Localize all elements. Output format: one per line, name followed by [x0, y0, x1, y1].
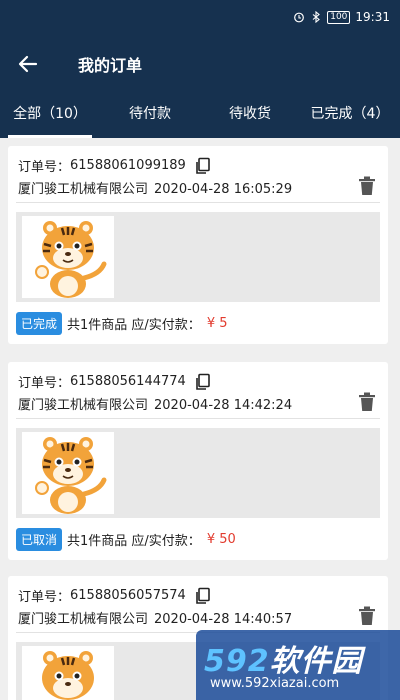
bluetooth-icon: [312, 11, 321, 23]
company-name: 厦门骏工机械有限公司: [18, 612, 149, 627]
copy-icon[interactable]: [194, 373, 212, 391]
copy-icon[interactable]: [194, 587, 212, 605]
order-number-label: 订单号：: [18, 590, 71, 605]
divider: [16, 202, 380, 203]
product-image: [22, 646, 114, 700]
order-summary: 共1件商品 应/实付款：: [67, 318, 201, 333]
order-footer: 已取消 共1件商品 应/实付款： ¥ 50: [16, 528, 236, 551]
company-name: 厦门骏工机械有限公司: [18, 182, 149, 197]
trash-icon[interactable]: [358, 606, 376, 626]
order-number-row: 订单号： 61588061099189: [18, 156, 212, 175]
trash-icon[interactable]: [358, 176, 376, 196]
order-info-row: 厦门骏工机械有限公司 2020-04-28 14:40:57: [18, 608, 292, 627]
order-info-row: 厦门骏工机械有限公司 2020-04-28 16:05:29: [18, 178, 292, 197]
order-price: ¥ 50: [206, 532, 236, 547]
order-number: 61588061099189: [70, 158, 186, 173]
order-number: 61588056057574: [70, 588, 186, 603]
tiger-mascot-image: [35, 437, 107, 514]
company-name: 厦门骏工机械有限公司: [18, 398, 149, 413]
app-bar: 我的订单: [0, 34, 400, 92]
status-icons: 100 19:31: [293, 10, 390, 24]
order-datetime: 2020-04-28 14:40:57: [154, 612, 293, 627]
order-summary: 共1件商品 应/实付款：: [67, 534, 201, 549]
product-image: [22, 216, 114, 298]
watermark-logo-text: 软件园: [269, 644, 363, 679]
watermark: 592软件园 www.592xiazai.com: [196, 630, 400, 700]
watermark-logo: 592软件园: [204, 636, 363, 680]
product-area[interactable]: [16, 428, 380, 518]
order-card[interactable]: 订单号： 61588056144774 厦门骏工机械有限公司 2020-04-28…: [8, 362, 388, 560]
order-number-row: 订单号： 61588056057574: [18, 586, 212, 605]
back-arrow-icon: [18, 55, 38, 73]
order-footer: 已完成 共1件商品 应/实付款： ¥ 5: [16, 312, 228, 335]
order-number-label: 订单号：: [18, 160, 71, 175]
tiger-mascot-image: [35, 221, 107, 298]
watermark-logo-number: 592: [204, 644, 270, 679]
product-image: [22, 432, 114, 514]
trash-icon[interactable]: [358, 392, 376, 412]
tab-pending-receipt[interactable]: 待收货: [200, 92, 300, 138]
order-number-label: 订单号：: [18, 376, 71, 391]
status-bar: 100 19:31: [0, 0, 400, 34]
order-datetime: 2020-04-28 16:05:29: [154, 182, 293, 197]
tab-all[interactable]: 全部（10）: [0, 92, 100, 138]
order-price: ¥ 5: [206, 316, 228, 331]
tiger-mascot-image: [42, 651, 94, 700]
page-title: 我的订单: [78, 56, 143, 75]
alarm-icon: [294, 12, 305, 23]
watermark-url: www.592xiazai.com: [210, 676, 340, 691]
tab-completed[interactable]: 已完成（4）: [300, 92, 400, 138]
order-tabs: 全部（10） 待付款 待收货 已完成（4）: [0, 92, 400, 138]
battery-icon: 100: [327, 10, 351, 24]
status-badge: 已取消: [16, 528, 63, 551]
order-card[interactable]: 订单号： 61588061099189 厦门骏工机械有限公司 2020-04-28…: [8, 146, 388, 344]
status-time: 19:31: [355, 10, 390, 24]
order-number-row: 订单号： 61588056144774: [18, 372, 212, 391]
tab-pending-payment[interactable]: 待付款: [100, 92, 200, 138]
divider: [16, 418, 380, 419]
back-button[interactable]: [14, 50, 42, 78]
order-number: 61588056144774: [70, 374, 186, 389]
product-area[interactable]: [16, 212, 380, 302]
copy-icon[interactable]: [194, 157, 212, 175]
order-datetime: 2020-04-28 14:42:24: [154, 398, 293, 413]
order-info-row: 厦门骏工机械有限公司 2020-04-28 14:42:24: [18, 394, 292, 413]
status-badge: 已完成: [16, 312, 63, 335]
